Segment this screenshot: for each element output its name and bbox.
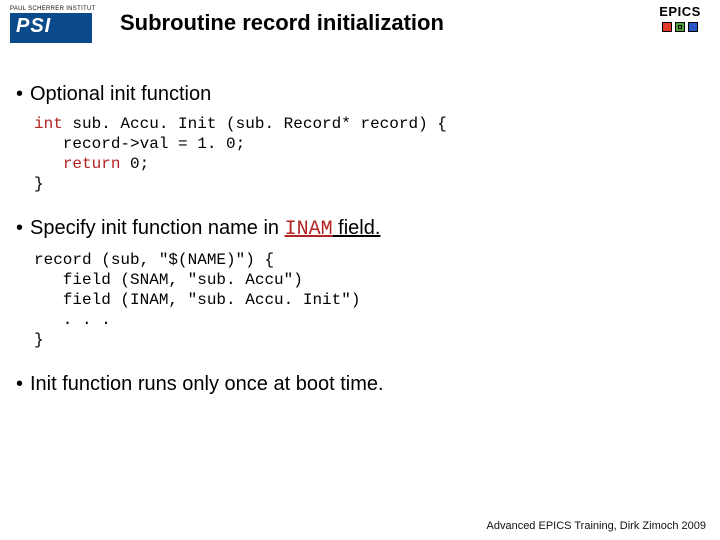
bullet-dot-icon: •: [16, 372, 30, 396]
bullet-1: • Optional init function: [16, 82, 704, 106]
bullet-2-pre: Specify init function name in: [30, 217, 285, 239]
code1-line1b: sub. Accu. Init (sub. Record* record) {: [63, 115, 447, 133]
code1-keyword-int: int: [34, 115, 63, 133]
bullet-2-inam-code: INAM: [285, 218, 333, 241]
bullet-3-text: Init function runs only once at boot tim…: [30, 372, 384, 396]
epics-square-blue-icon: [688, 22, 698, 32]
psi-logo: PAUL SCHERRER INSTITUT PSI: [10, 6, 106, 48]
epics-square-red-icon: [662, 22, 672, 32]
code-block-2: record (sub, "$(NAME)") { field (SNAM, "…: [34, 250, 704, 350]
bullet-3: • Init function runs only once at boot t…: [16, 372, 704, 396]
code-block-1: int sub. Accu. Init (sub. Record* record…: [34, 114, 704, 194]
slide-title: Subroutine record initialization: [120, 10, 444, 36]
slide: PAUL SCHERRER INSTITUT PSI Subroutine re…: [0, 0, 720, 540]
psi-institute-tagline: PAUL SCHERRER INSTITUT: [10, 6, 106, 12]
slide-body: • Optional init function int sub. Accu. …: [0, 54, 720, 396]
code1-line4: }: [34, 175, 44, 193]
epics-square-green-icon: [675, 22, 685, 32]
psi-logo-text: PSI: [16, 15, 51, 38]
code1-line3a: [34, 155, 63, 173]
bullet-dot-icon: •: [16, 82, 30, 106]
code1-line2: record->val = 1. 0;: [34, 135, 245, 153]
slide-header: PAUL SCHERRER INSTITUT PSI Subroutine re…: [0, 0, 720, 54]
code2-line5: }: [34, 331, 44, 349]
bullet-2-post: field.: [333, 217, 381, 239]
epics-squares: [652, 22, 708, 32]
bullet-2: • Specify init function name in INAM fie…: [16, 216, 704, 242]
psi-logo-notch: [92, 13, 106, 43]
code2-line4: . . .: [34, 311, 111, 329]
bullet-1-text: Optional init function: [30, 82, 211, 106]
epics-label: EPICS: [652, 4, 708, 19]
epics-logo: EPICS: [652, 4, 708, 32]
psi-logo-box: PSI: [10, 13, 106, 43]
code2-line3: field (INAM, "sub. Accu. Init"): [34, 291, 360, 309]
code2-line2: field (SNAM, "sub. Accu"): [34, 271, 303, 289]
code1-line3c: 0;: [120, 155, 149, 173]
slide-footer: Advanced EPICS Training, Dirk Zimoch 200…: [487, 520, 707, 532]
bullet-dot-icon: •: [16, 216, 30, 240]
code2-line1: record (sub, "$(NAME)") {: [34, 251, 274, 269]
code1-keyword-return: return: [63, 155, 121, 173]
bullet-2-text: Specify init function name in INAM field…: [30, 216, 380, 242]
